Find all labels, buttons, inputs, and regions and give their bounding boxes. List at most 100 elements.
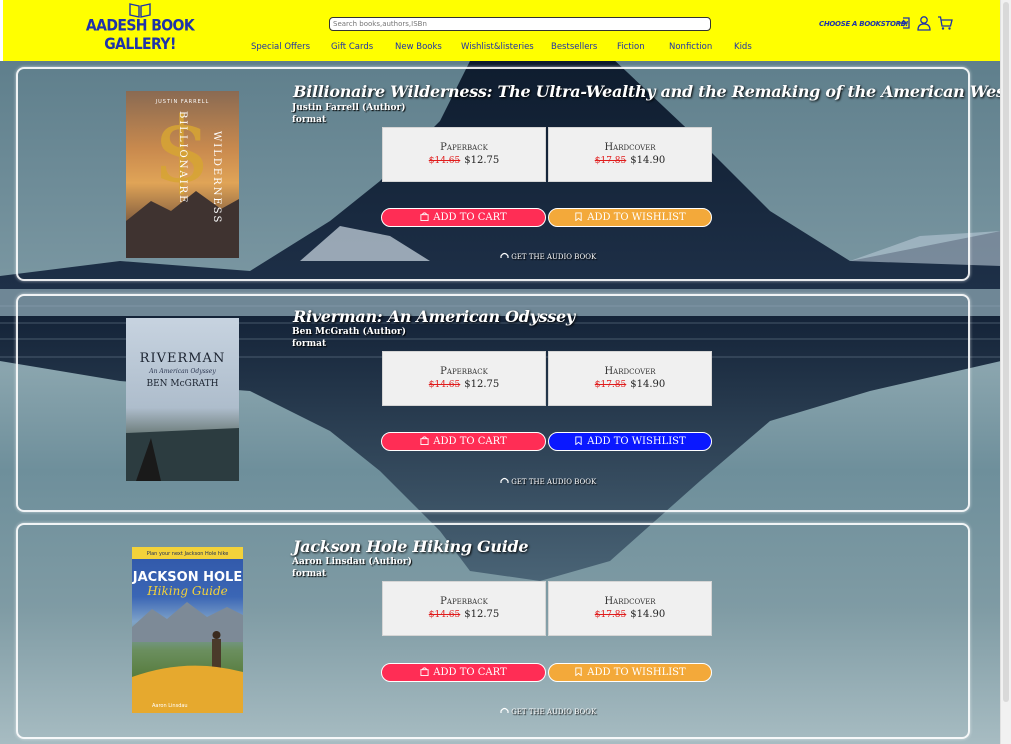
nav-fiction[interactable]: Fiction (617, 42, 645, 52)
add-to-wishlist-label: ADD TO WISHLIST (587, 212, 686, 223)
nav-new-books[interactable]: New Books (395, 42, 442, 52)
bookmark-icon (575, 436, 582, 445)
format-price: $14.65 $12.75 (383, 609, 545, 620)
page: AADESH BOOK GALLERY! CHOOSE A BOOKSTORE!… (0, 0, 1001, 744)
headphones-icon (500, 252, 509, 258)
bookmark-icon (575, 667, 582, 676)
format-option-hardcover[interactable]: Hardcover $17.85 $14.90 (548, 127, 712, 182)
format-name: Paperback (440, 142, 488, 153)
add-to-wishlist-button[interactable]: ADD TO WISHLIST (548, 663, 712, 682)
format-option-hardcover[interactable]: Hardcover $17.85 $14.90 (548, 351, 712, 406)
vertical-scrollbar[interactable] (1000, 0, 1011, 744)
cover-author: JUSTIN FARRELL (155, 99, 210, 105)
cover-subtitle: An American Odyssey (148, 368, 216, 375)
sale-price: $12.75 (464, 155, 500, 166)
format-option-paperback[interactable]: Paperback $14.65 $12.75 (382, 127, 546, 182)
book-cover[interactable]: Plan your next Jackson Hole hike JACKSON… (132, 547, 243, 713)
nav-wishlist[interactable]: Wishlist&listeries (461, 42, 534, 52)
book-title[interactable]: Billionaire Wilderness: The Ultra-Wealth… (293, 82, 1001, 101)
nav-kids[interactable]: Kids (734, 42, 752, 52)
sale-price: $12.75 (464, 379, 500, 390)
audio-book-label: GET THE AUDIO BOOK (511, 708, 597, 716)
format-label: format (292, 115, 327, 125)
add-to-wishlist-button[interactable]: ADD TO WISHLIST (548, 432, 712, 451)
audio-book-link[interactable]: GET THE AUDIO BOOK (500, 252, 596, 261)
cover-title-1: BILLIONAIRE (177, 111, 188, 204)
book-author[interactable]: Aaron Linsdau (Author) (292, 557, 412, 567)
add-to-cart-label: ADD TO CART (433, 436, 507, 447)
nav-bestsellers[interactable]: Bestsellers (551, 42, 597, 52)
sale-price: $12.75 (464, 609, 500, 620)
old-price: $17.85 (594, 380, 627, 390)
cover-title-2: WILDERNESS (211, 131, 222, 224)
cover-author: BEN McGRATH (147, 379, 219, 389)
add-to-cart-label: ADD TO CART (433, 667, 507, 678)
headphones-icon (500, 707, 509, 713)
add-to-cart-button[interactable]: ADD TO CART (381, 208, 546, 227)
old-price: $14.65 (428, 380, 461, 390)
format-price: $14.65 $12.75 (383, 155, 545, 166)
add-to-cart-button[interactable]: ADD TO CART (381, 432, 546, 451)
site-header: AADESH BOOK GALLERY! CHOOSE A BOOKSTORE!… (3, 0, 1001, 61)
old-price: $17.85 (594, 156, 627, 166)
sale-price: $14.90 (630, 609, 666, 620)
format-name: Paperback (440, 366, 488, 377)
sale-price: $14.90 (630, 155, 666, 166)
book-cover[interactable]: RIVERMAN An American Odyssey BEN McGRATH (126, 318, 239, 481)
format-name: Hardcover (604, 596, 656, 607)
audio-book-label: GET THE AUDIO BOOK (511, 478, 597, 486)
book-title[interactable]: Jackson Hole Hiking Guide (293, 537, 529, 556)
format-price: $14.65 $12.75 (383, 379, 545, 390)
book-author[interactable]: Ben McGrath (Author) (292, 327, 406, 337)
old-price: $17.85 (594, 610, 627, 620)
open-book-icon (129, 3, 151, 18)
audio-book-label: GET THE AUDIO BOOK (511, 253, 597, 261)
format-name: Hardcover (604, 366, 656, 377)
sale-price: $14.90 (630, 379, 666, 390)
audio-book-link[interactable]: GET THE AUDIO BOOK (500, 707, 596, 716)
scrollbar-thumb[interactable] (1003, 2, 1009, 702)
add-to-wishlist-label: ADD TO WISHLIST (587, 436, 686, 447)
old-price: $14.65 (428, 156, 461, 166)
format-label: format (292, 569, 327, 579)
cover-title-1: JACKSON HOLE (132, 570, 242, 585)
add-to-wishlist-label: ADD TO WISHLIST (587, 667, 686, 678)
format-option-paperback[interactable]: Paperback $14.65 $12.75 (382, 351, 546, 406)
format-price: $17.85 $14.90 (549, 155, 711, 166)
book-cover[interactable]: $ JUSTIN FARRELL BILLIONAIRE WILDERNESS (126, 91, 239, 258)
audio-book-link[interactable]: GET THE AUDIO BOOK (500, 477, 596, 486)
shopping-bag-icon (420, 436, 429, 445)
nav-special-offers[interactable]: Special Offers (251, 42, 310, 52)
nav-nonfiction[interactable]: Nonfiction (669, 42, 712, 52)
choose-bookstore-link[interactable]: CHOOSE A BOOKSTORE! (819, 20, 908, 28)
user-icon[interactable] (916, 15, 932, 31)
headphones-icon (500, 477, 509, 483)
old-price: $14.65 (428, 610, 461, 620)
logo-text: AADESH BOOK GALLERY! (85, 16, 195, 54)
format-name: Paperback (440, 596, 488, 607)
site-logo[interactable]: AADESH BOOK GALLERY! (65, 2, 215, 54)
format-option-paperback[interactable]: Paperback $14.65 $12.75 (382, 581, 546, 636)
format-option-hardcover[interactable]: Hardcover $17.85 $14.90 (548, 581, 712, 636)
cover-author: Aaron Linsdau (152, 703, 188, 709)
shopping-bag-icon (420, 212, 429, 221)
format-price: $17.85 $14.90 (549, 609, 711, 620)
cover-art: RIVERMAN An American Odyssey BEN McGRATH (126, 351, 239, 481)
add-to-cart-button[interactable]: ADD TO CART (381, 663, 546, 682)
format-name: Hardcover (604, 142, 656, 153)
cover-art: $ JUSTIN FARRELL BILLIONAIRE WILDERNESS (126, 98, 239, 258)
cart-icon[interactable] (937, 15, 953, 31)
login-icon[interactable] (896, 15, 912, 31)
nav-gift-cards[interactable]: Gift Cards (331, 42, 373, 52)
search-input[interactable] (329, 17, 711, 31)
format-label: format (292, 339, 327, 349)
cover-title-2: Hiking Guide (146, 584, 228, 598)
cover-title: RIVERMAN (140, 351, 226, 366)
cover-tagline: Plan your next Jackson Hole hike (147, 551, 229, 557)
shopping-bag-icon (420, 667, 429, 676)
book-author[interactable]: Justin Farrell (Author) (292, 103, 406, 113)
add-to-wishlist-button[interactable]: ADD TO WISHLIST (548, 208, 712, 227)
book-title[interactable]: Riverman: An American Odyssey (293, 307, 575, 326)
bookmark-icon (575, 212, 582, 221)
format-price: $17.85 $14.90 (549, 379, 711, 390)
